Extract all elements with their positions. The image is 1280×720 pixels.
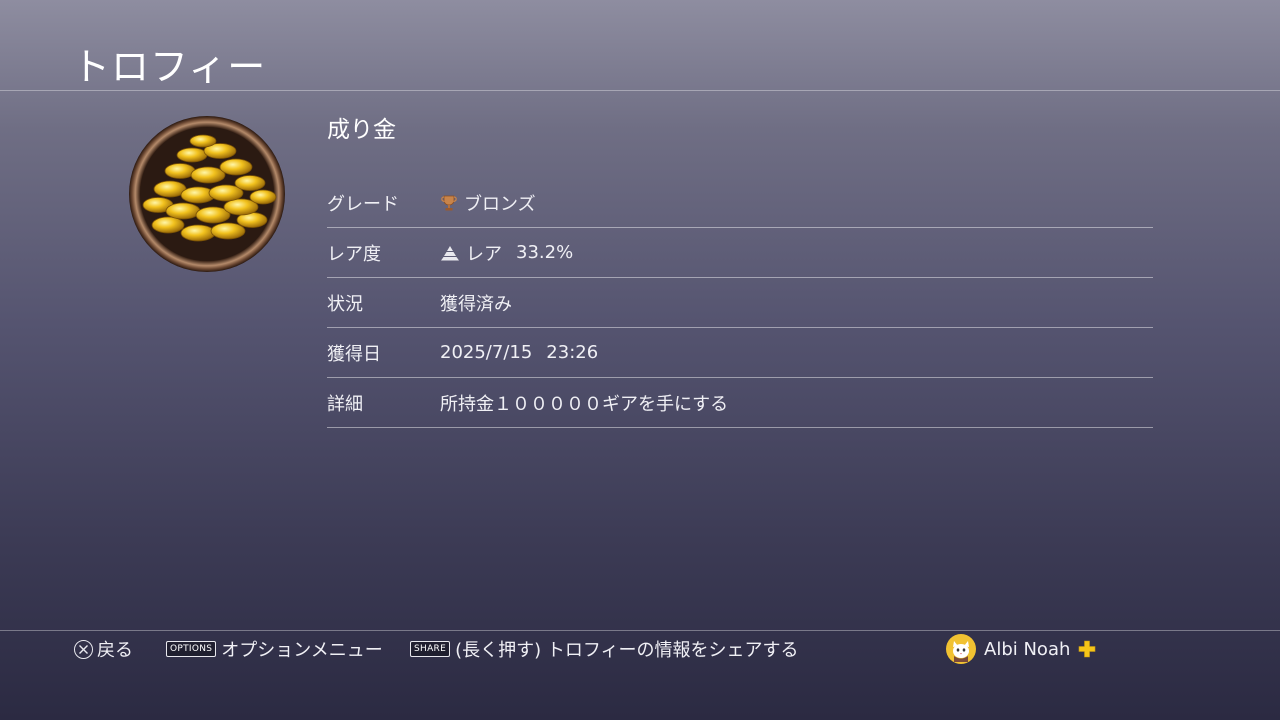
grade-value: ブロンズ <box>464 193 536 215</box>
user-profile[interactable]: Albi Noah <box>946 634 1096 664</box>
ps-plus-icon <box>1078 640 1096 658</box>
options-menu-button[interactable]: OPTIONS オプションメニュー <box>166 636 383 662</box>
gold-coins-pile-icon <box>128 115 286 273</box>
rarity-percent: 33.2% <box>516 242 574 263</box>
earned-date-value: 2025/7/15 <box>440 342 533 363</box>
header-divider <box>0 90 1280 91</box>
trophy-info-table: グレード ブロンズ レア度 レア 33.2% 状況 獲得済み 獲得日 2025/… <box>327 178 1153 428</box>
bronze-trophy-icon <box>440 194 458 212</box>
back-label: 戻る <box>97 640 133 661</box>
info-row-grade: グレード ブロンズ <box>327 178 1153 228</box>
footer-divider <box>0 630 1280 631</box>
trophy-title: 成り金 <box>327 117 396 143</box>
page-title: トロフィー <box>72 45 267 89</box>
options-button-icon: OPTIONS <box>166 641 217 657</box>
info-row-rarity: レア度 レア 33.2% <box>327 228 1153 278</box>
details-value: 所持金１０００００ギアを手にする <box>440 393 729 415</box>
details-label: 詳細 <box>327 393 363 415</box>
cat-avatar-icon <box>946 634 976 664</box>
rarity-value: レア <box>466 243 502 265</box>
share-button-icon: SHARE <box>410 641 451 657</box>
user-name: Albi Noah <box>984 638 1071 660</box>
grade-label: グレード <box>327 193 399 215</box>
status-label: 状況 <box>327 293 363 315</box>
earned-date-label: 獲得日 <box>327 343 381 365</box>
info-row-earned-date: 獲得日 2025/7/15 23:26 <box>327 328 1153 378</box>
rarity-label: レア度 <box>327 243 381 265</box>
cross-button-icon <box>74 639 93 659</box>
rarity-pyramid-icon <box>440 245 460 261</box>
earned-time-value: 23:26 <box>546 342 599 363</box>
back-button[interactable]: 戻る <box>74 636 133 662</box>
options-label: オプションメニュー <box>221 640 383 661</box>
footer-bar: 戻る OPTIONS オプションメニュー SHARE (長く押す) トロフィーの… <box>0 634 1280 664</box>
share-button[interactable]: SHARE (長く押す) トロフィーの情報をシェアする <box>410 636 798 662</box>
share-label: (長く押す) トロフィーの情報をシェアする <box>455 640 799 661</box>
status-value: 獲得済み <box>440 293 512 315</box>
info-row-details: 詳細 所持金１０００００ギアを手にする <box>327 378 1153 428</box>
info-row-status: 状況 獲得済み <box>327 278 1153 328</box>
